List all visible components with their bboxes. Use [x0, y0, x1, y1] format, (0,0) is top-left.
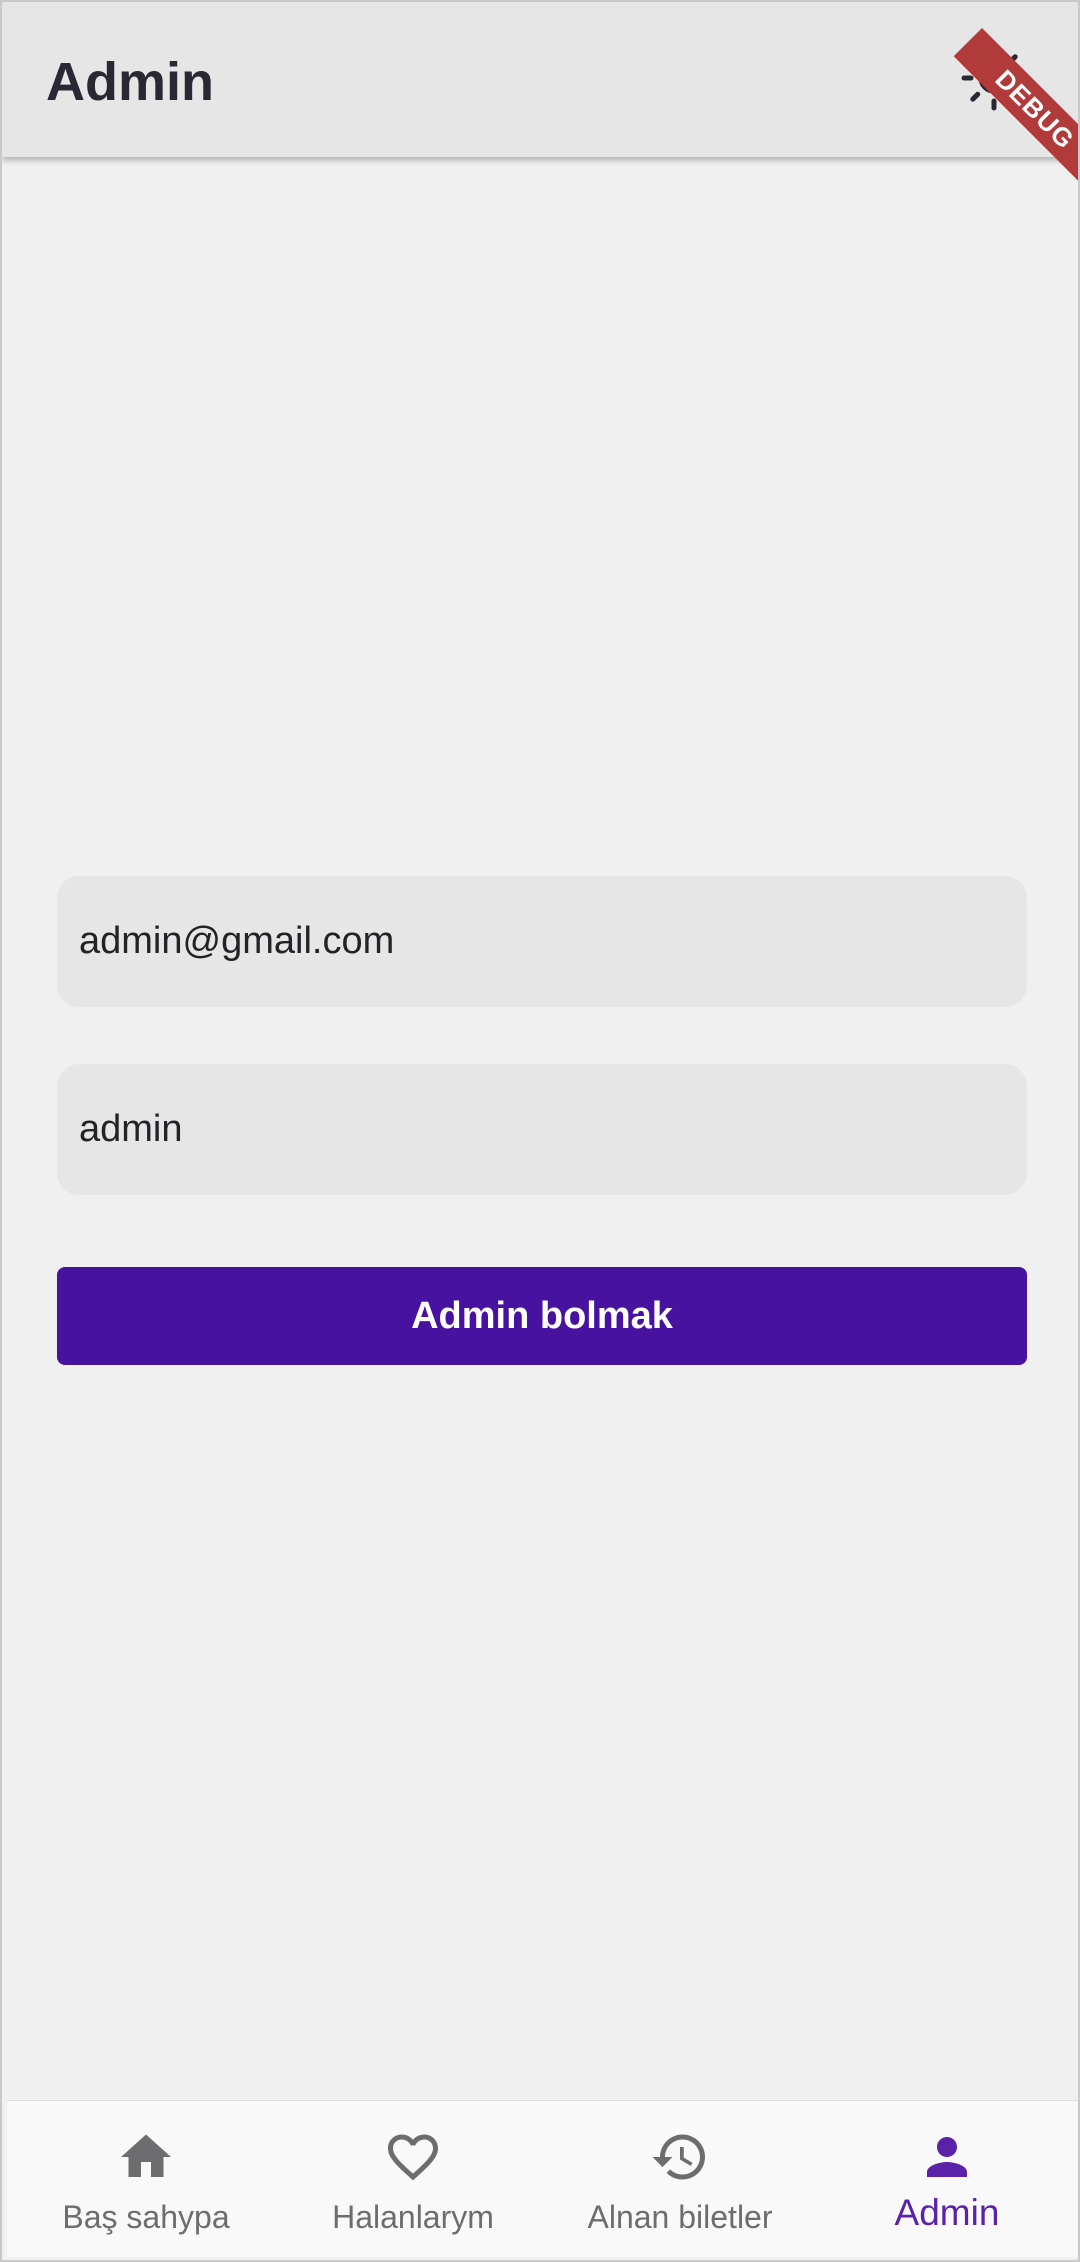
- screen: Admin DEBUG Admin bolmak: [0, 0, 1080, 2262]
- person-icon: [917, 2127, 977, 2187]
- bottom-navigation: Baş sahypa Halanlarym Alnan biletler Adm…: [7, 2100, 1078, 2257]
- nav-item-favorites[interactable]: Halanlarym: [279, 2101, 547, 2257]
- nav-label-home: Baş sahypa: [62, 2199, 230, 2235]
- nav-label-favorites: Halanlarym: [332, 2199, 494, 2235]
- password-input[interactable]: [79, 1064, 999, 1195]
- heart-outline-icon: [383, 2127, 443, 2187]
- history-icon: [650, 2127, 710, 2187]
- nav-label-admin: Admin: [894, 2192, 1000, 2233]
- password-field[interactable]: [57, 1064, 1027, 1195]
- nav-label-tickets: Alnan biletler: [587, 2199, 773, 2235]
- home-icon: [116, 2127, 176, 2187]
- email-input[interactable]: [79, 876, 999, 1007]
- admin-login-button[interactable]: Admin bolmak: [57, 1267, 1027, 1365]
- nav-item-home[interactable]: Baş sahypa: [12, 2101, 280, 2257]
- app-bar: Admin: [2, 2, 1078, 157]
- email-field[interactable]: [57, 876, 1027, 1007]
- page-title: Admin: [46, 52, 214, 112]
- nav-item-admin[interactable]: Admin: [813, 2101, 1078, 2257]
- nav-item-tickets[interactable]: Alnan biletler: [546, 2101, 814, 2257]
